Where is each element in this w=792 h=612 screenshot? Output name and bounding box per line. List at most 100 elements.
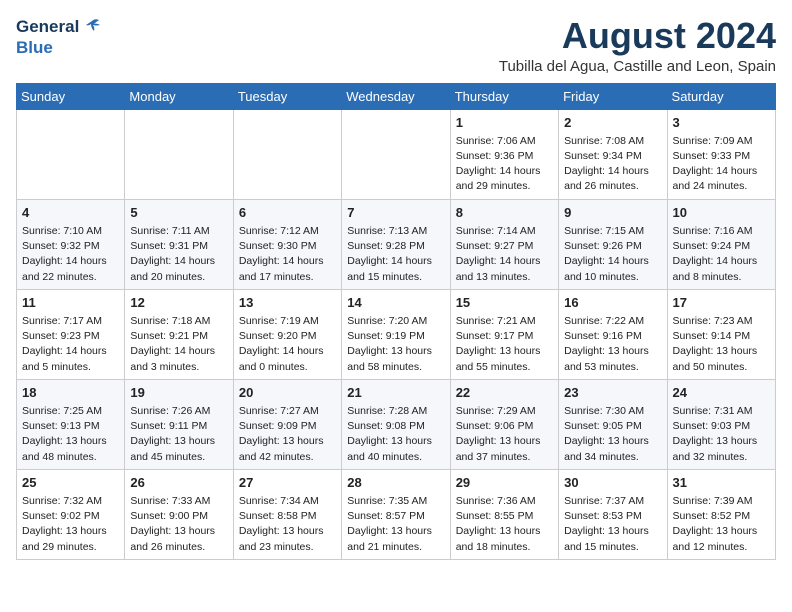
day-number: 28 <box>347 474 444 492</box>
title-block: August 2024 Tubilla del Agua, Castille a… <box>499 16 776 75</box>
calendar-day-cell: 30Sunrise: 7:37 AM Sunset: 8:53 PM Dayli… <box>559 469 667 559</box>
day-number: 3 <box>673 114 770 132</box>
calendar-day-cell: 1 Sunrise: 7:06 AM Sunset: 9:36 PM Daylig… <box>450 109 558 199</box>
calendar-day-cell: 22Sunrise: 7:29 AM Sunset: 9:06 PM Dayli… <box>450 379 558 469</box>
logo-general-text: General <box>16 17 79 37</box>
day-number: 21 <box>347 384 444 402</box>
calendar-day-cell: 9Sunrise: 7:15 AM Sunset: 9:26 PM Daylig… <box>559 199 667 289</box>
calendar-day-cell: 12 Sunrise: 7:18 AM Sunset: 9:21 PM Dayli… <box>125 289 233 379</box>
day-content: Sunrise: 7:37 AM Sunset: 8:53 PM Dayligh… <box>564 494 661 555</box>
calendar-day-header: Thursday <box>450 83 558 109</box>
calendar-week-row: 18Sunrise: 7:25 AM Sunset: 9:13 PM Dayli… <box>17 379 776 469</box>
calendar-day-header: Tuesday <box>233 83 341 109</box>
day-content: Sunrise: 7:28 AM Sunset: 9:08 PM Dayligh… <box>347 404 444 465</box>
day-content: Sunrise: 7:08 AM Sunset: 9:34 PM Dayligh… <box>564 134 661 195</box>
day-number: 13 <box>239 294 336 312</box>
day-number: 25 <box>22 474 119 492</box>
calendar-day-cell: 4 Sunrise: 7:10 AM Sunset: 9:32 PM Daylig… <box>17 199 125 289</box>
day-number: 10 <box>673 204 770 222</box>
day-content: Sunrise: 7:35 AM Sunset: 8:57 PM Dayligh… <box>347 494 444 555</box>
calendar-day-cell: 31Sunrise: 7:39 AM Sunset: 8:52 PM Dayli… <box>667 469 775 559</box>
day-content: Sunrise: 7:30 AM Sunset: 9:05 PM Dayligh… <box>564 404 661 465</box>
calendar-day-cell <box>233 109 341 199</box>
month-year-title: August 2024 <box>499 16 776 56</box>
day-content: Sunrise: 7:16 AM Sunset: 9:24 PM Dayligh… <box>673 224 770 285</box>
day-number: 23 <box>564 384 661 402</box>
day-number: 24 <box>673 384 770 402</box>
day-content: Sunrise: 7:23 AM Sunset: 9:14 PM Dayligh… <box>673 314 770 375</box>
day-content: Sunrise: 7:31 AM Sunset: 9:03 PM Dayligh… <box>673 404 770 465</box>
day-number: 11 <box>22 294 119 312</box>
calendar-day-cell <box>342 109 450 199</box>
day-number: 29 <box>456 474 553 492</box>
calendar-day-cell: 13 Sunrise: 7:19 AM Sunset: 9:20 PM Dayli… <box>233 289 341 379</box>
calendar-day-cell: 6 Sunrise: 7:12 AM Sunset: 9:30 PM Daylig… <box>233 199 341 289</box>
calendar-day-cell: 25Sunrise: 7:32 AM Sunset: 9:02 PM Dayli… <box>17 469 125 559</box>
day-number: 1 <box>456 114 553 132</box>
calendar-day-header: Friday <box>559 83 667 109</box>
logo-bird-icon <box>81 16 103 38</box>
calendar-day-cell: 17 Sunrise: 7:23 AM Sunset: 9:14 PM Dayli… <box>667 289 775 379</box>
calendar-day-cell: 15 Sunrise: 7:21 AM Sunset: 9:17 PM Dayli… <box>450 289 558 379</box>
day-number: 17 <box>673 294 770 312</box>
day-content: Sunrise: 7:18 AM Sunset: 9:21 PM Dayligh… <box>130 314 227 375</box>
calendar-day-cell: 8Sunrise: 7:14 AM Sunset: 9:27 PM Daylig… <box>450 199 558 289</box>
calendar-day-cell: 18Sunrise: 7:25 AM Sunset: 9:13 PM Dayli… <box>17 379 125 469</box>
calendar-day-cell: 10 Sunrise: 7:16 AM Sunset: 9:24 PM Dayli… <box>667 199 775 289</box>
day-content: Sunrise: 7:12 AM Sunset: 9:30 PM Dayligh… <box>239 224 336 285</box>
day-number: 12 <box>130 294 227 312</box>
calendar-day-cell: 7 Sunrise: 7:13 AM Sunset: 9:28 PM Daylig… <box>342 199 450 289</box>
calendar-table: SundayMondayTuesdayWednesdayThursdayFrid… <box>16 83 776 560</box>
day-number: 4 <box>22 204 119 222</box>
day-number: 19 <box>130 384 227 402</box>
calendar-header-row: SundayMondayTuesdayWednesdayThursdayFrid… <box>17 83 776 109</box>
day-content: Sunrise: 7:14 AM Sunset: 9:27 PM Dayligh… <box>456 224 553 285</box>
calendar-day-header: Wednesday <box>342 83 450 109</box>
calendar-day-cell: 3 Sunrise: 7:09 AM Sunset: 9:33 PM Daylig… <box>667 109 775 199</box>
calendar-day-header: Sunday <box>17 83 125 109</box>
day-content: Sunrise: 7:36 AM Sunset: 8:55 PM Dayligh… <box>456 494 553 555</box>
location-subtitle: Tubilla del Agua, Castille and Leon, Spa… <box>499 58 776 75</box>
calendar-day-cell: 11 Sunrise: 7:17 AM Sunset: 9:23 PM Dayli… <box>17 289 125 379</box>
calendar-week-row: 1 Sunrise: 7:06 AM Sunset: 9:36 PM Daylig… <box>17 109 776 199</box>
calendar-day-cell: 27Sunrise: 7:34 AM Sunset: 8:58 PM Dayli… <box>233 469 341 559</box>
day-content: Sunrise: 7:06 AM Sunset: 9:36 PM Dayligh… <box>456 134 553 195</box>
day-content: Sunrise: 7:10 AM Sunset: 9:32 PM Dayligh… <box>22 224 119 285</box>
day-content: Sunrise: 7:33 AM Sunset: 9:00 PM Dayligh… <box>130 494 227 555</box>
calendar-day-cell: 5Sunrise: 7:11 AM Sunset: 9:31 PM Daylig… <box>125 199 233 289</box>
day-content: Sunrise: 7:15 AM Sunset: 9:26 PM Dayligh… <box>564 224 661 285</box>
page-header: General Blue August 2024 Tubilla del Agu… <box>16 16 776 75</box>
calendar-day-cell: 23 Sunrise: 7:30 AM Sunset: 9:05 PM Dayli… <box>559 379 667 469</box>
day-content: Sunrise: 7:17 AM Sunset: 9:23 PM Dayligh… <box>22 314 119 375</box>
calendar-day-cell: 16Sunrise: 7:22 AM Sunset: 9:16 PM Dayli… <box>559 289 667 379</box>
day-number: 15 <box>456 294 553 312</box>
day-number: 22 <box>456 384 553 402</box>
day-content: Sunrise: 7:39 AM Sunset: 8:52 PM Dayligh… <box>673 494 770 555</box>
calendar-day-cell: 28 Sunrise: 7:35 AM Sunset: 8:57 PM Dayli… <box>342 469 450 559</box>
calendar-day-cell: 29 Sunrise: 7:36 AM Sunset: 8:55 PM Dayli… <box>450 469 558 559</box>
calendar-day-header: Monday <box>125 83 233 109</box>
calendar-day-cell: 26 Sunrise: 7:33 AM Sunset: 9:00 PM Dayli… <box>125 469 233 559</box>
calendar-day-header: Saturday <box>667 83 775 109</box>
calendar-day-cell: 20Sunrise: 7:27 AM Sunset: 9:09 PM Dayli… <box>233 379 341 469</box>
calendar-day-cell: 24 Sunrise: 7:31 AM Sunset: 9:03 PM Dayli… <box>667 379 775 469</box>
day-content: Sunrise: 7:13 AM Sunset: 9:28 PM Dayligh… <box>347 224 444 285</box>
day-content: Sunrise: 7:27 AM Sunset: 9:09 PM Dayligh… <box>239 404 336 465</box>
day-number: 2 <box>564 114 661 132</box>
calendar-day-cell <box>125 109 233 199</box>
day-number: 14 <box>347 294 444 312</box>
day-content: Sunrise: 7:20 AM Sunset: 9:19 PM Dayligh… <box>347 314 444 375</box>
calendar-day-cell: 2 Sunrise: 7:08 AM Sunset: 9:34 PM Daylig… <box>559 109 667 199</box>
day-number: 6 <box>239 204 336 222</box>
logo: General Blue <box>16 16 103 58</box>
day-content: Sunrise: 7:09 AM Sunset: 9:33 PM Dayligh… <box>673 134 770 195</box>
day-content: Sunrise: 7:19 AM Sunset: 9:20 PM Dayligh… <box>239 314 336 375</box>
day-content: Sunrise: 7:21 AM Sunset: 9:17 PM Dayligh… <box>456 314 553 375</box>
day-content: Sunrise: 7:11 AM Sunset: 9:31 PM Dayligh… <box>130 224 227 285</box>
day-content: Sunrise: 7:25 AM Sunset: 9:13 PM Dayligh… <box>22 404 119 465</box>
day-number: 7 <box>347 204 444 222</box>
calendar-day-cell: 21 Sunrise: 7:28 AM Sunset: 9:08 PM Dayli… <box>342 379 450 469</box>
day-number: 26 <box>130 474 227 492</box>
day-content: Sunrise: 7:22 AM Sunset: 9:16 PM Dayligh… <box>564 314 661 375</box>
day-content: Sunrise: 7:34 AM Sunset: 8:58 PM Dayligh… <box>239 494 336 555</box>
